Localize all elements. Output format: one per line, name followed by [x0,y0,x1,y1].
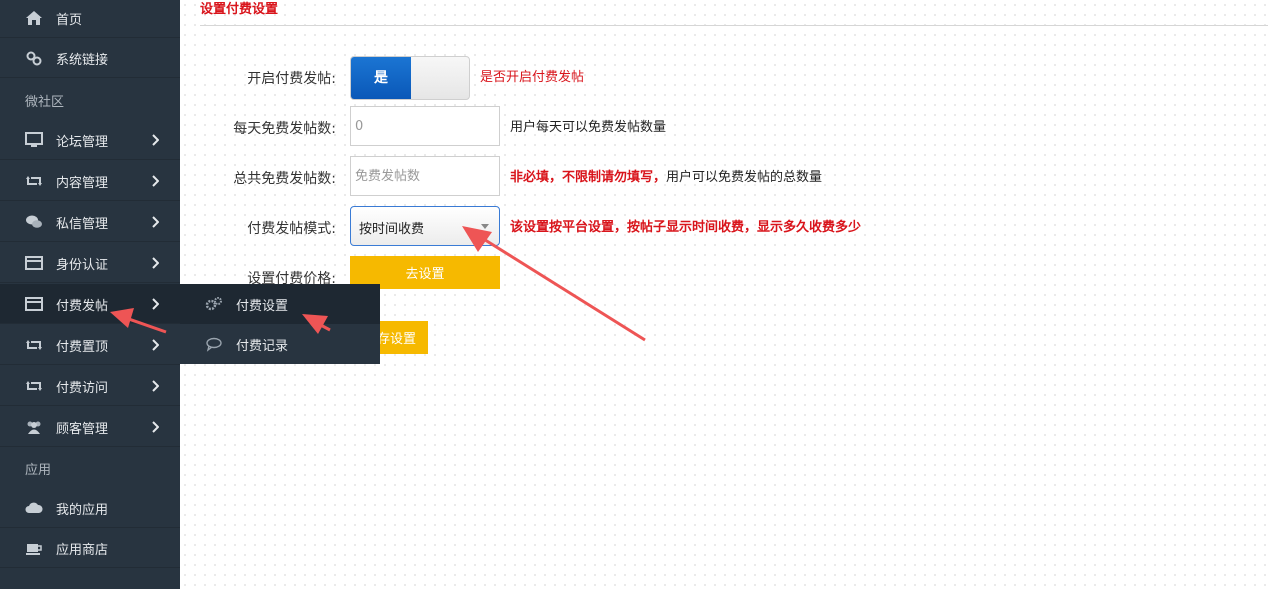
paid-post-submenu: 付费设置 付费记录 [180,284,380,364]
enable-label: 开启付费发帖: [247,71,336,87]
total-free-hint: 非必填，不限制请勿填写，用户可以免费发帖的总数量 [510,166,822,185]
total-free-hint-required: 非必填，不限制请勿填写， [510,170,667,185]
chevron-right-icon [152,216,159,228]
caret-down-icon [481,224,489,229]
sidebar-item-content[interactable]: 内容管理 [0,161,180,201]
chevron-right-icon [152,134,159,146]
submenu-item-paid-records[interactable]: 付费记录 [180,324,380,364]
sidebar-item-home[interactable]: 首页 [0,0,180,38]
chevron-right-icon [152,257,159,269]
sidebar-item-label: 付费发帖 [56,299,109,314]
sidebar-item-label: 付费访问 [56,381,109,396]
retweet-icon [26,381,42,391]
total-free-label: 总共免费发帖数: [233,171,336,187]
comment-icon [206,337,222,352]
sidebar-item-forum[interactable]: 论坛管理 [0,120,180,160]
sidebar-item-system-links[interactable]: 系统链接 [0,38,180,78]
sidebar-item-label: 顾客管理 [56,422,109,437]
sidebar-group-community: 微社区 [25,95,65,110]
link-icon [26,51,42,66]
sidebar: 首页 系统链接 微社区 论坛管理 内容管理 私信管理 身份认证 付费发帖 付费置… [0,0,180,589]
sidebar-item-label: 身份认证 [56,258,109,273]
title-divider [200,25,1268,26]
chevron-right-icon [152,421,159,433]
sidebar-item-paid-pin[interactable]: 付费置顶 [0,325,180,365]
sidebar-item-label: 私信管理 [56,217,109,232]
sidebar-item-identity[interactable]: 身份认证 [0,243,180,283]
sidebar-item-label: 我的应用 [56,503,109,518]
credit-card-icon [25,256,43,270]
enable-toggle[interactable]: 是 [350,56,470,100]
credit-card-icon [25,297,43,311]
sidebar-group-apps: 应用 [25,463,52,478]
sidebar-item-label: 内容管理 [56,176,109,191]
users-icon [27,421,41,434]
daily-free-input[interactable] [350,106,500,146]
home-icon [26,11,42,25]
coffee-icon [26,544,42,555]
chevron-right-icon [152,298,159,310]
daily-free-label: 每天免费发帖数: [233,121,336,137]
sidebar-item-label: 论坛管理 [56,135,109,150]
monitor-icon [25,132,43,147]
sidebar-item-customers[interactable]: 顾客管理 [0,407,180,447]
retweet-icon [26,176,42,186]
mode-select[interactable]: 按时间收费 [350,206,500,246]
sidebar-item-label: 首页 [56,13,83,28]
chevron-right-icon [152,380,159,392]
sidebar-item-label: 系统链接 [56,53,109,68]
mode-hint: 该设置按平台设置，按帖子显示时间收费，显示多久收费多少 [510,220,862,235]
submenu-item-paid-settings[interactable]: 付费设置 [180,284,380,324]
submenu-item-label: 付费记录 [236,339,289,354]
cloud-icon [25,502,43,513]
sidebar-item-paid-access[interactable]: 付费访问 [0,366,180,406]
submenu-item-label: 付费设置 [236,299,289,314]
page-title: 设置付费设置 [200,2,279,17]
total-free-input[interactable] [350,156,500,196]
sidebar-item-paid-post[interactable]: 付费发帖 [0,284,180,324]
sidebar-item-label: 应用商店 [56,543,109,558]
chevron-right-icon [152,175,159,187]
gears-icon [205,297,222,311]
enable-hint: 是否开启付费发帖 [480,70,585,85]
sidebar-item-messages[interactable]: 私信管理 [0,202,180,242]
comments-icon [26,215,42,228]
mode-select-value: 按时间收费 [359,222,425,237]
total-free-hint-desc: 用户可以免费发帖的总数量 [666,170,823,185]
sidebar-item-app-store[interactable]: 应用商店 [0,528,180,568]
daily-free-hint: 用户每天可以免费发帖数量 [510,120,667,135]
sidebar-item-my-apps[interactable]: 我的应用 [0,488,180,528]
retweet-icon [26,340,42,350]
toggle-on-label: 是 [351,57,411,99]
sidebar-item-label: 付费置顶 [56,340,109,355]
mode-label: 付费发帖模式: [247,221,336,237]
chevron-right-icon [152,339,159,351]
